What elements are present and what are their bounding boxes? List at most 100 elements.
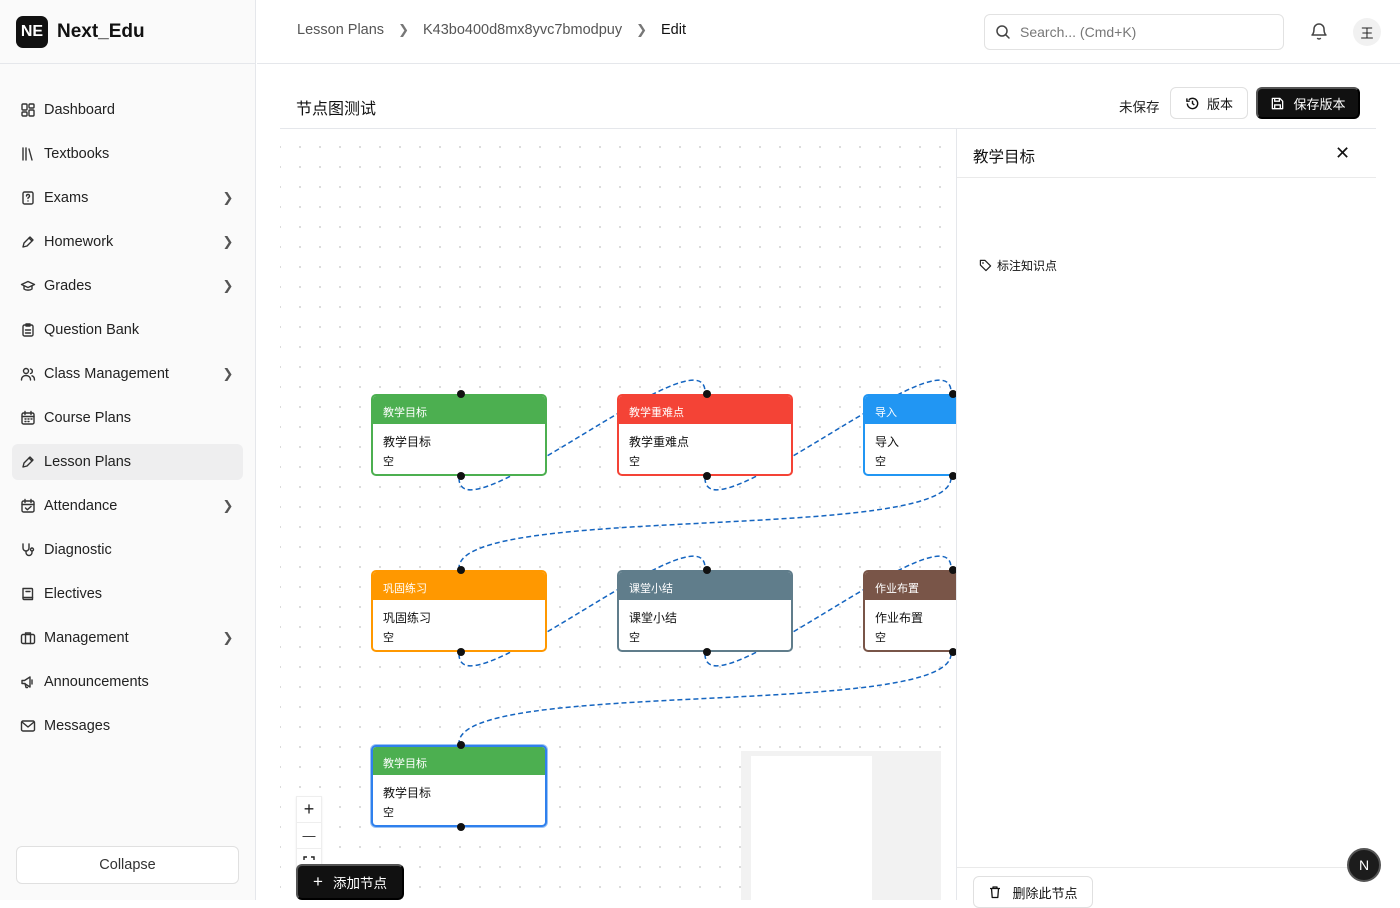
sidebar-item-dashboard[interactable]: Dashboard (12, 92, 243, 128)
calendar-icon (20, 410, 36, 426)
sidebar-item-label: Lesson Plans (44, 454, 132, 470)
bell-icon[interactable] (1309, 21, 1329, 41)
avatar[interactable]: 王 (1353, 18, 1381, 46)
add-node-button[interactable]: + 添加节点 (296, 864, 404, 900)
node-handle-bottom[interactable] (457, 823, 465, 831)
chevron-right-icon: ❯ (222, 498, 234, 513)
trash-icon (988, 885, 1002, 899)
sidebar-item-management[interactable]: Management ❯ (12, 620, 243, 656)
chevron-right-icon: ❯ (222, 234, 234, 249)
chevron-right-icon: ❯ (222, 190, 234, 205)
flow-node[interactable]: 导入 导入空 (863, 390, 956, 480)
search-input[interactable]: Search... (Cmd+K) (984, 14, 1284, 50)
brand[interactable]: NE Next_Edu (16, 16, 145, 48)
flow-edge[interactable] (458, 653, 952, 744)
node-title: 教学重难点 (629, 435, 690, 449)
close-icon[interactable]: ✕ (1335, 143, 1350, 164)
node-handle-bottom[interactable] (703, 472, 711, 480)
sidebar-item-label: Attendance (44, 498, 118, 514)
assistant-fab[interactable]: N (1347, 848, 1381, 882)
node-handle-top[interactable] (703, 566, 711, 574)
sidebar-item-question-bank[interactable]: Question Bank (12, 312, 243, 348)
sidebar-item-course-plans[interactable]: Course Plans (12, 400, 243, 436)
tag-knowledge-button[interactable]: 标注知识点 (979, 257, 1057, 274)
panel-title: 教学目标 (973, 149, 1036, 166)
node-body: 课堂小结空 (619, 600, 791, 648)
sidebar-item-label: Diagnostic (44, 542, 112, 558)
node-body: 教学目标空 (373, 775, 545, 823)
node-title: 课堂小结 (629, 611, 678, 625)
delete-node-button[interactable]: 删除此节点 (973, 876, 1093, 908)
node-handle-bottom[interactable] (457, 472, 465, 480)
collapse-button[interactable]: Collapse (16, 846, 239, 884)
pen-icon (20, 234, 36, 250)
flow-edge[interactable] (458, 477, 952, 569)
save-status: 未保存 (1119, 100, 1160, 115)
library-icon (20, 146, 36, 162)
zoom-in-button[interactable]: + (297, 797, 321, 823)
chevron-right-icon: ❯ (222, 278, 234, 293)
stethoscope-icon (20, 542, 36, 558)
node-handle-bottom[interactable] (949, 472, 956, 480)
flow-node[interactable]: 巩固练习 巩固练习空 (371, 566, 547, 656)
flow-node[interactable]: 课堂小结 课堂小结空 (617, 566, 793, 656)
sidebar-item-textbooks[interactable]: Textbooks (12, 136, 243, 172)
clipboard-icon (20, 322, 36, 338)
flow-node[interactable]: 教学目标 教学目标空 (371, 741, 547, 831)
app-name: Next_Edu (57, 21, 145, 42)
node-content: 空 (383, 456, 394, 468)
sidebar-item-attendance[interactable]: Attendance ❯ (12, 488, 243, 524)
sidebar-item-homework[interactable]: Homework ❯ (12, 224, 243, 260)
sidebar-item-grades[interactable]: Grades ❯ (12, 268, 243, 304)
sidebar-item-label: Textbooks (44, 146, 110, 162)
sidebar-item-announcements[interactable]: Announcements (12, 664, 243, 700)
sidebar-item-lesson-plans[interactable]: Lesson Plans (12, 444, 243, 480)
node-handle-top[interactable] (949, 390, 956, 398)
breadcrumb-current: Edit (660, 22, 686, 38)
sidebar-item-exams[interactable]: Exams ❯ (12, 180, 243, 216)
zoom-out-button[interactable]: — (297, 823, 321, 849)
node-content: 空 (383, 807, 394, 819)
add-node-label: 添加节点 (332, 876, 387, 891)
node-handle-top[interactable] (703, 390, 711, 398)
node-header: 教学目标 (373, 747, 545, 775)
node-header: 课堂小结 (619, 572, 791, 600)
flow-node[interactable]: 作业布置 作业布置空 (863, 566, 956, 656)
node-content: 空 (629, 632, 640, 644)
node-handle-top[interactable] (457, 390, 465, 398)
sidebar-item-messages[interactable]: Messages (12, 708, 243, 744)
node-body: 导入空 (865, 424, 956, 472)
node-handle-top[interactable] (457, 741, 465, 749)
sidebar-item-label: Exams (44, 190, 89, 206)
save-version-button[interactable]: 保存版本 (1256, 87, 1360, 119)
minimap[interactable] (741, 751, 941, 900)
book-icon (20, 586, 36, 602)
mail-icon (20, 718, 36, 734)
sidebar-item-label: Announcements (44, 674, 149, 690)
breadcrumb-lesson-id[interactable]: K43bo400d8mx8yvc7bmodpuy (423, 22, 622, 38)
app-logo: NE (16, 16, 48, 48)
version-button[interactable]: 版本 (1170, 87, 1248, 119)
flow-node[interactable]: 教学重难点 教学重难点空 (617, 390, 793, 480)
tag-knowledge-label: 标注知识点 (997, 259, 1058, 273)
exam-icon (20, 190, 36, 206)
page-title: 节点图测试 (296, 101, 377, 118)
flow-canvas[interactable]: 教学目标 教学目标空教学重难点 教学重难点空导入 导入空巩固练习 巩固练习空课堂小结 课堂… (280, 129, 956, 900)
sidebar-item-electives[interactable]: Electives (12, 576, 243, 612)
chevron-right-icon: ❯ (222, 630, 234, 645)
minimap-viewport[interactable] (751, 756, 872, 900)
node-body: 教学目标空 (373, 424, 545, 472)
node-handle-top[interactable] (949, 566, 956, 574)
chevron-right-icon: ❯ (636, 22, 647, 37)
node-handle-bottom[interactable] (457, 648, 465, 656)
node-content: 空 (629, 456, 640, 468)
node-handle-bottom[interactable] (949, 648, 956, 656)
breadcrumb-lesson-plans[interactable]: Lesson Plans (297, 22, 384, 38)
sidebar-item-class-management[interactable]: Class Management ❯ (12, 356, 243, 392)
flow-node[interactable]: 教学目标 教学目标空 (371, 390, 547, 480)
sidebar-item-diagnostic[interactable]: Diagnostic (12, 532, 243, 568)
delete-node-label: 删除此节点 (1012, 885, 1078, 901)
sidebar-divider (0, 63, 256, 64)
node-handle-top[interactable] (457, 566, 465, 574)
node-handle-bottom[interactable] (703, 648, 711, 656)
